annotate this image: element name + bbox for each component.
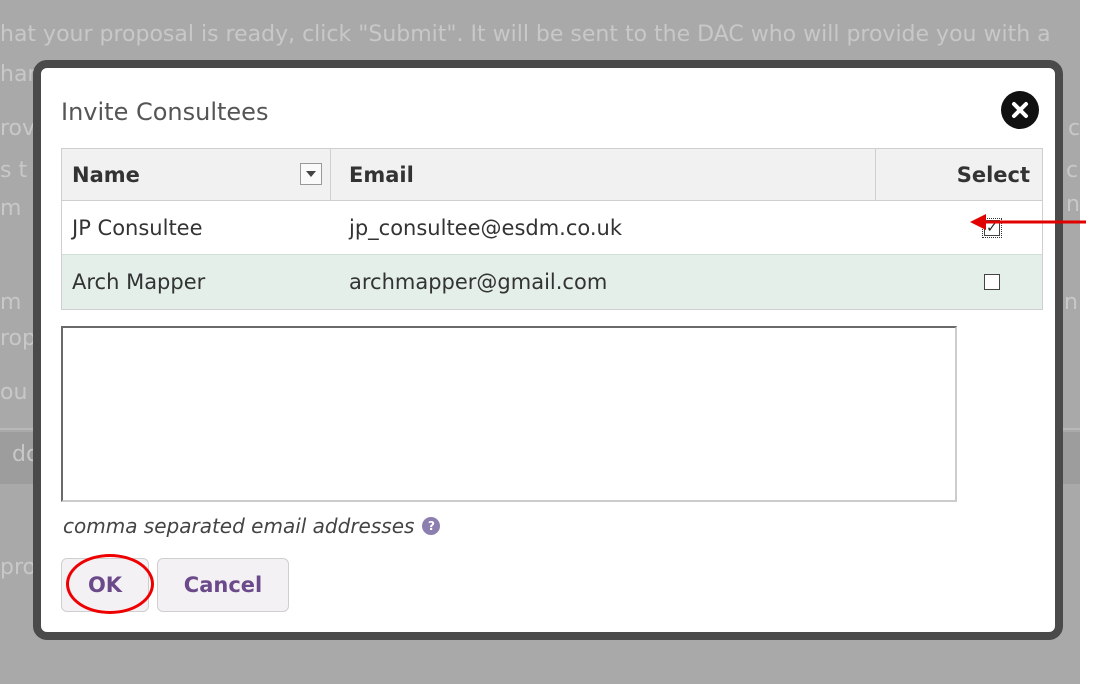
select-checkbox[interactable] bbox=[984, 274, 1000, 290]
column-header-email[interactable]: Email bbox=[330, 149, 875, 200]
table-row[interactable]: Arch Mapper archmapper@gmail.com bbox=[62, 255, 1042, 309]
bg-text-line: pro bbox=[0, 555, 36, 580]
cell-name: JP Consultee bbox=[72, 215, 203, 240]
red-arrow-icon bbox=[970, 214, 1086, 230]
bg-text-fragment: nit bbox=[1064, 290, 1080, 315]
invite-consultees-dialog: Invite Consultees Name Email Select JP C… bbox=[33, 60, 1063, 640]
cancel-button[interactable]: Cancel bbox=[157, 558, 289, 612]
column-header-label: Email bbox=[349, 162, 414, 187]
bg-text-line: m bbox=[0, 196, 22, 221]
dialog-title: Invite Consultees bbox=[61, 98, 269, 126]
bg-text-line: rop bbox=[0, 326, 36, 351]
column-menu-button[interactable] bbox=[300, 163, 322, 185]
cell-name: Arch Mapper bbox=[72, 270, 206, 294]
question-circle-icon[interactable]: ? bbox=[422, 517, 441, 535]
column-header-name[interactable]: Name bbox=[62, 149, 330, 200]
table-header: Name Email Select bbox=[62, 149, 1042, 201]
column-header-select[interactable]: Select bbox=[875, 149, 1042, 200]
chevron-down-icon bbox=[306, 171, 316, 177]
bg-text-line: rov bbox=[0, 116, 36, 141]
close-circle-icon bbox=[1001, 91, 1039, 129]
close-button[interactable] bbox=[998, 88, 1042, 132]
bg-text-line: ou bbox=[0, 380, 28, 405]
bg-text-fragment: ch bbox=[1066, 158, 1080, 183]
bg-text-line: s t bbox=[0, 158, 28, 183]
ok-button[interactable]: OK bbox=[61, 558, 149, 612]
cell-select bbox=[875, 255, 1042, 309]
bg-text-line: hat your proposal is ready, click "Submi… bbox=[0, 22, 1051, 47]
consultees-table: Name Email Select JP Consultee jp_consul… bbox=[61, 148, 1043, 310]
bg-text-fragment: c bbox=[1068, 116, 1080, 141]
column-header-label: Name bbox=[72, 162, 140, 187]
column-header-label: Select bbox=[956, 162, 1030, 187]
cell-email: jp_consultee@esdm.co.uk bbox=[349, 215, 623, 240]
email-addresses-input[interactable] bbox=[61, 326, 957, 502]
email-hint: comma separated email addresses ? bbox=[63, 514, 441, 538]
hint-text: comma separated email addresses bbox=[63, 514, 415, 538]
table-row[interactable]: JP Consultee jp_consultee@esdm.co.uk ✓ bbox=[62, 201, 1042, 255]
bg-text-line: m bbox=[0, 290, 22, 315]
cell-email: archmapper@gmail.com bbox=[349, 270, 608, 294]
